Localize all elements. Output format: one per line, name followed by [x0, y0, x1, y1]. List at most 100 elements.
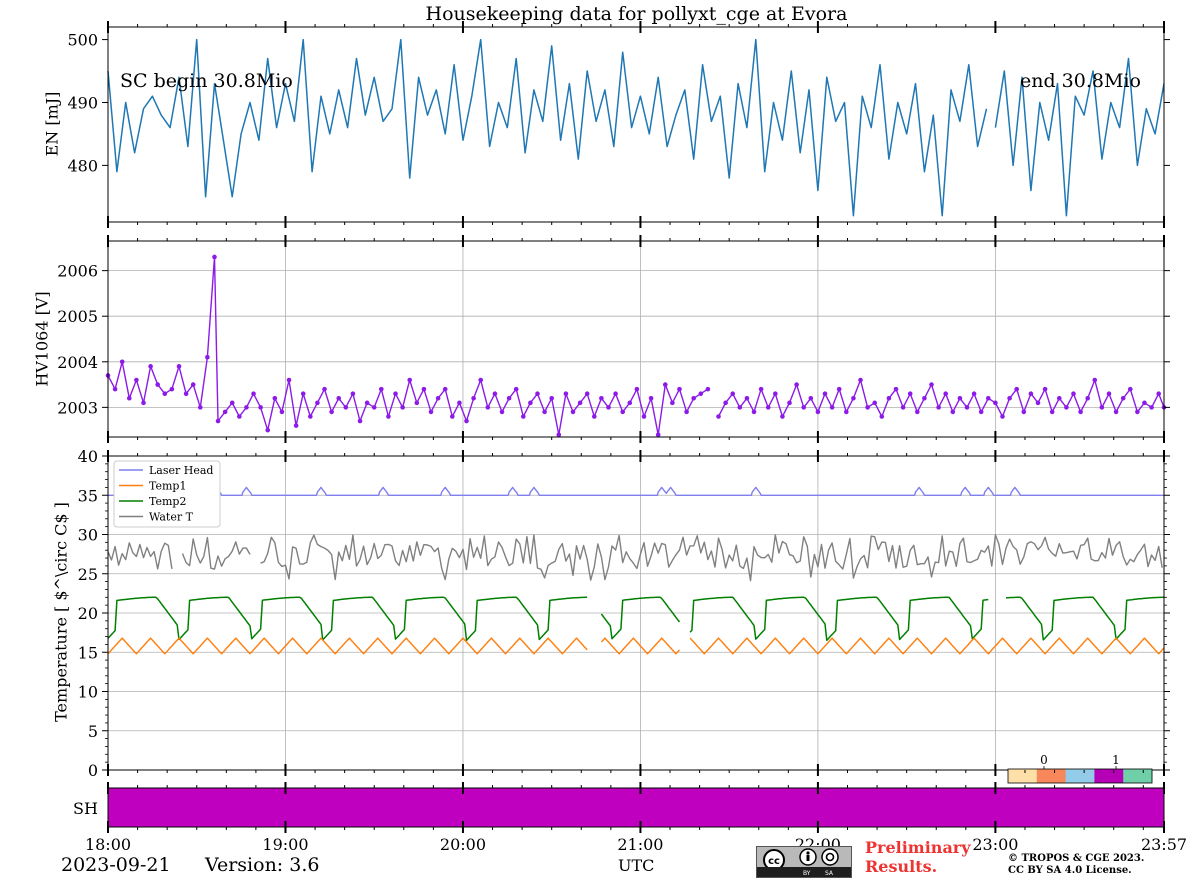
date-label: 2023-09-21 [61, 854, 171, 876]
energy-line [107, 38, 988, 217]
hv1064-point [705, 386, 711, 392]
hv1064-point [599, 395, 604, 401]
energy-tick-label: 490 [67, 93, 98, 112]
hv1064-point [1000, 414, 1005, 419]
hv1064-point [148, 364, 153, 369]
hv1064-point [528, 400, 533, 406]
sc-end-label: end 30.8Mio [1020, 70, 1141, 92]
hv1064-point [162, 391, 168, 396]
temp1-line [689, 637, 1165, 655]
utc-label: UTC [618, 856, 655, 875]
x-tick-label: 19:00 [262, 835, 308, 854]
hv1064-point [964, 405, 970, 410]
hv1064-point [1135, 409, 1140, 415]
hv1064-point [723, 400, 728, 406]
hv-tick-label: 2006 [57, 262, 98, 281]
shutter-ylabel: SH [73, 799, 98, 818]
hv1064-point [336, 395, 342, 401]
hv1064-point [1078, 409, 1083, 415]
hv1064-point [485, 405, 491, 410]
hv1064-point [112, 386, 118, 392]
hv1064-point [407, 377, 413, 383]
hv1064-point [464, 418, 469, 424]
hv1064-point [936, 405, 941, 410]
hv-tick-label: 2004 [57, 353, 98, 372]
hv1064-point [205, 354, 210, 360]
hv1064-point [915, 409, 920, 415]
temperature-legend: Laser Head Temp1 Temp2 Water T [113, 460, 221, 528]
hv1064-point [371, 405, 377, 410]
legend-temp1-label: Temp1 [149, 480, 186, 493]
hv1064-line [107, 256, 709, 436]
hv1064-point [1042, 386, 1048, 392]
hv1064-point [993, 400, 998, 406]
hv1064-point [357, 418, 363, 424]
hv1064-point [971, 391, 977, 396]
hv1064-point [535, 391, 540, 396]
colorbar-tick-label: 0 [1040, 753, 1048, 767]
hv1064-point [1092, 377, 1098, 383]
hv1064-point [865, 405, 870, 410]
hv1064-point [1149, 405, 1154, 410]
temp2-line [1005, 596, 1164, 641]
sc-begin-label: SC begin 30.8Mio [120, 70, 293, 92]
hv1064-point [634, 386, 640, 392]
hv1064-point [343, 405, 349, 410]
hv1064-point [212, 254, 217, 260]
hv1064-point [279, 409, 285, 415]
hv1064-point [315, 400, 320, 406]
temp2-line [107, 596, 588, 642]
hv1064-point [751, 409, 757, 415]
panel-frame [107, 26, 1165, 223]
hv1064-point [222, 409, 228, 415]
hv1064-point [758, 386, 764, 392]
copyright-line-1: © TROPOS & CGE 2023. [1008, 853, 1145, 864]
hv1064-point [1071, 391, 1076, 396]
hv1064-point [265, 427, 271, 433]
water-t-line [107, 542, 173, 570]
hv1064-point [1035, 400, 1041, 406]
hv1064-point [134, 377, 139, 383]
hv1064-point [907, 391, 913, 396]
hv1064-point [176, 364, 182, 369]
hv1064-point [435, 395, 441, 401]
hv1064-point [457, 400, 462, 406]
hv1064-point [808, 395, 814, 401]
hv1064-point [286, 377, 292, 383]
hv1064-line [717, 379, 1165, 418]
hv1064-point [229, 400, 235, 406]
x-tick-label: 23:57 [1141, 835, 1187, 854]
hv1064-point [272, 395, 278, 401]
temp2-line [689, 596, 989, 642]
temp-tick-label: 15 [78, 643, 98, 662]
hv1064-point [591, 414, 597, 419]
hv1064-point [787, 400, 792, 406]
housekeeping-figure: 4804905002003200420052006051015202530354… [57, 21, 1187, 854]
hv1064-point [684, 409, 689, 415]
x-tick-label: 21:00 [617, 835, 663, 854]
hv1064-point [119, 359, 125, 365]
hv1064-point [549, 395, 554, 401]
hv1064-point [584, 391, 590, 396]
temp-tick-label: 10 [78, 683, 98, 702]
hv1064-point [141, 400, 146, 406]
hv1064-point [322, 386, 327, 392]
hv1064-point [716, 414, 721, 419]
hv1064-point [780, 414, 785, 419]
hv1064-point [730, 391, 736, 396]
hv1064-point [886, 395, 892, 401]
hv1064-point [879, 414, 885, 419]
hv1064-point [744, 395, 750, 401]
temperature-ylabel: Temperature [ $^\circ C$ ] [51, 502, 71, 722]
hv1064-point [922, 395, 927, 401]
hv1064-point [450, 414, 455, 419]
temp-tick-label: 25 [78, 565, 98, 584]
hv1064-point [620, 409, 625, 415]
hv1064-point [251, 391, 256, 396]
hv1064-point [386, 414, 391, 419]
hv1064-point [506, 395, 512, 401]
hv1064-point [627, 400, 633, 406]
hv1064-point [169, 386, 175, 392]
shutter-bar [108, 788, 1164, 827]
hv1064-point [943, 391, 949, 396]
